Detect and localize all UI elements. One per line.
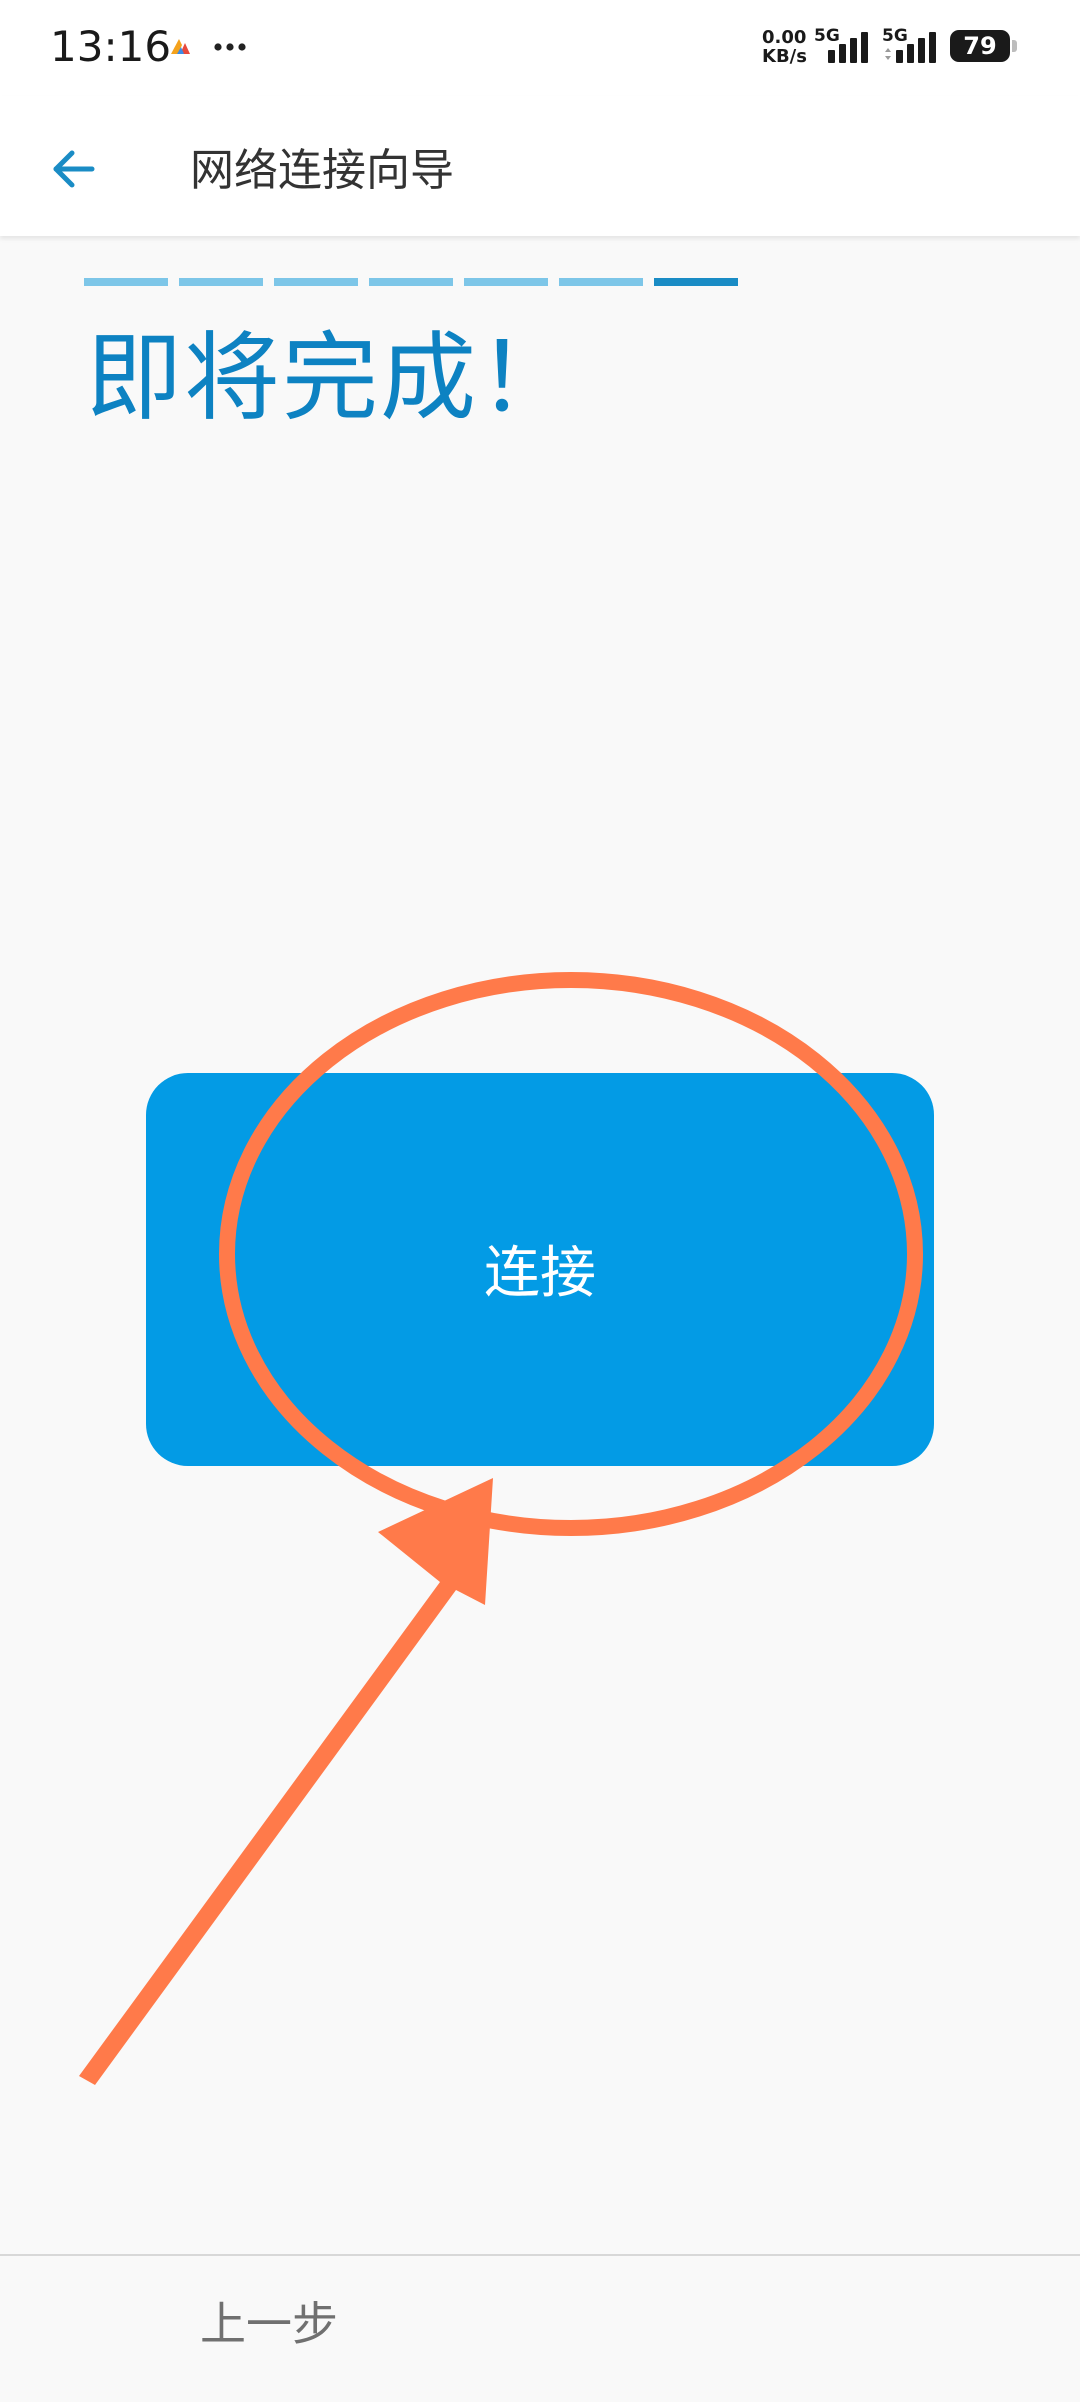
battery-level: 79 <box>963 32 997 60</box>
app-notification-icon <box>171 39 190 54</box>
wizard-progress-step <box>464 278 548 286</box>
status-bar: 13:16 0.00 KB/s 5G 5G 79 <box>0 0 1080 96</box>
back-button[interactable] <box>36 132 110 206</box>
wizard-progress-step <box>559 278 643 286</box>
battery-tip <box>1012 40 1017 52</box>
wizard-progress-step <box>654 278 738 286</box>
wizard-progress-step <box>274 278 358 286</box>
annotation-arrow <box>79 1478 493 2085</box>
arrow-left-icon <box>53 150 95 188</box>
network-speed: 0.00 KB/s <box>762 27 807 67</box>
connect-button-label: 连接 <box>484 1241 596 1304</box>
app-bar: 网络连接向导 <box>0 96 1080 236</box>
wizard-progress-step <box>369 278 453 286</box>
connect-button[interactable]: 连接 <box>146 1073 934 1466</box>
previous-step-button[interactable]: 上一步 <box>168 2284 370 2364</box>
wizard-progress-step <box>84 278 168 286</box>
status-time: 13:16 <box>50 22 172 71</box>
wizard-progress-step <box>179 278 263 286</box>
footer-bar: 上一步 <box>0 2254 1080 2402</box>
more-icon <box>214 43 246 51</box>
wizard-headline: 即将完成！ <box>86 322 576 434</box>
battery-icon: 79 <box>950 30 1010 62</box>
page-title: 网络连接向导 <box>190 145 454 196</box>
signal-icon <box>828 32 868 63</box>
signal-icon <box>885 32 936 63</box>
